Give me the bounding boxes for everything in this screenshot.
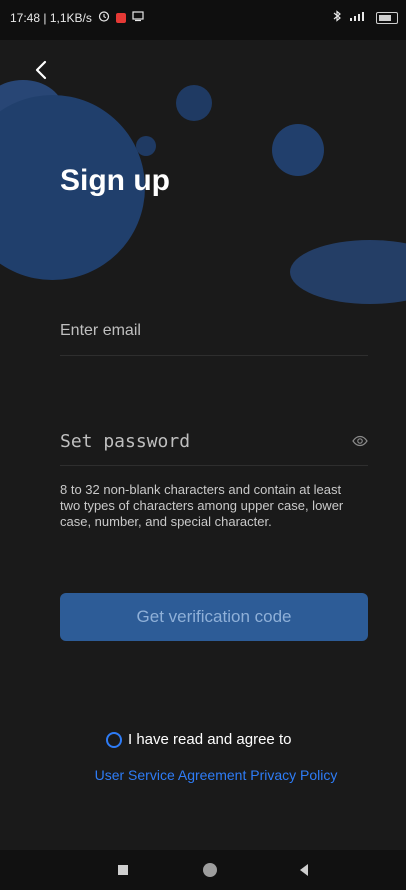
status-time-speed: 17:48 | 1,1KB/s [10,10,92,25]
password-field-container [60,425,368,466]
decor-bubble [176,85,212,121]
email-field-container [60,315,368,356]
nav-back-button[interactable] [296,862,312,878]
signup-screen: 17:48 | 1,1KB/s Sign up Enter email 8 to… [0,0,406,890]
triangle-left-icon [300,864,308,876]
status-right [332,10,398,25]
signal-icon [348,10,370,25]
home-button[interactable] [203,863,217,877]
battery-icon [376,11,398,24]
email-input[interactable] [60,315,368,347]
user-service-agreement-link[interactable]: User Service Agreement [95,767,247,783]
back-button[interactable] [30,58,54,82]
status-left: 17:48 | 1,1KB/s [10,10,144,25]
password-hint: 8 to 32 non-blank characters and contain… [60,482,344,529]
privacy-policy-link[interactable]: Privacy Policy [250,767,337,783]
decor-bubble [272,124,324,176]
agreement-text: I have read and agree to [128,731,292,748]
navigation-bar [0,850,406,890]
notification-icon [115,12,126,23]
email-divider [60,355,368,356]
password-input[interactable] [60,425,368,457]
password-divider [60,465,368,466]
status-bar: 17:48 | 1,1KB/s [0,0,406,40]
get-verification-code-button[interactable]: Get verification code [60,593,368,641]
eye-icon[interactable] [352,433,368,449]
alarm-icon [98,10,110,25]
page-title: Sign up [60,164,170,197]
recent-apps-button[interactable] [118,865,128,875]
bluetooth-icon [332,10,342,25]
agreement-links: User Service Agreement Privacy Policy [86,766,346,784]
decor-bubble [290,240,406,304]
cast-icon [132,10,144,25]
chevron-left-icon [35,60,47,80]
agreement-row: I have read and agree to [106,731,291,748]
decor-bubble [136,136,156,156]
agree-radio[interactable] [106,731,122,748]
